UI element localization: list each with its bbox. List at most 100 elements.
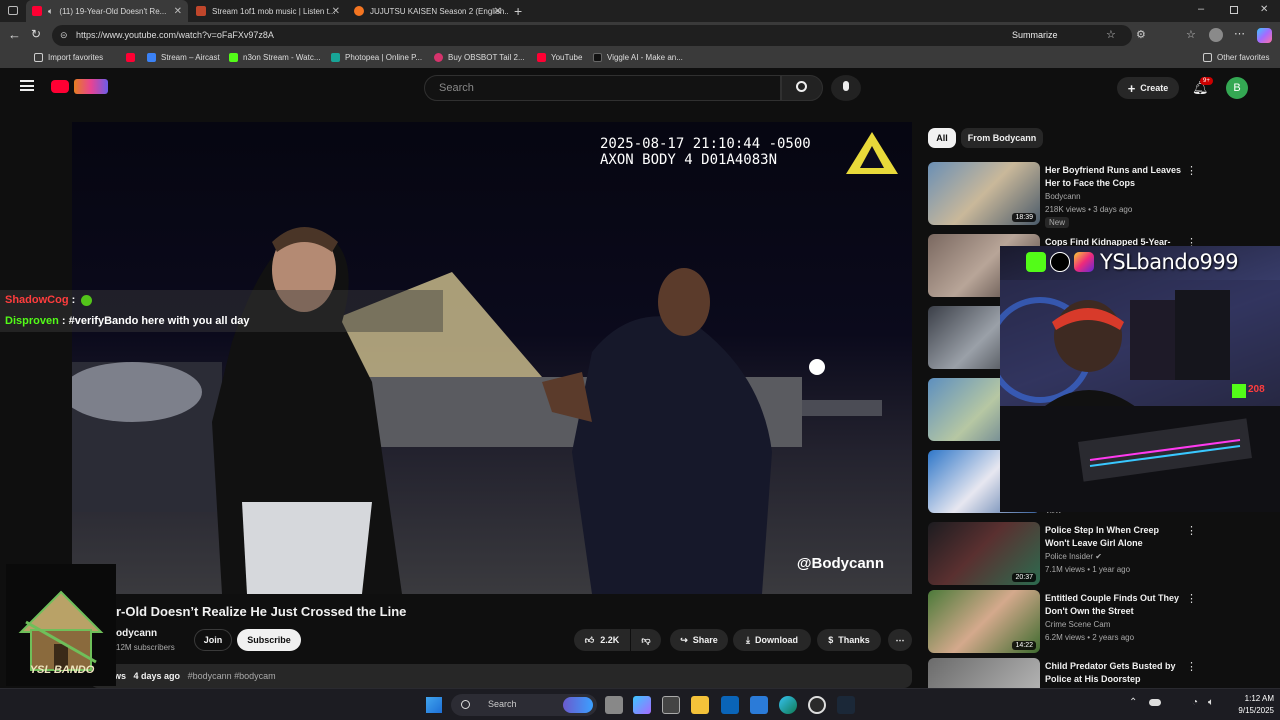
minimize-icon[interactable]: – [1198, 3, 1204, 15]
close-tab-icon[interactable]: ✕ [332, 6, 340, 17]
close-tab-icon[interactable]: ✕ [494, 6, 502, 17]
video-thumbnail[interactable]: 18:39 [928, 162, 1040, 225]
star-icon[interactable]: ☆ [1106, 28, 1116, 41]
start-icon[interactable] [426, 697, 442, 713]
video-player[interactable]: 2025-08-17 21:10:44 -0500 AXON BODY 4 D0… [72, 122, 912, 594]
new-badge: New [1045, 217, 1070, 228]
description-box[interactable]: ws 4 days ago #bodycann #bodycam [90, 664, 912, 688]
chip-from-bodycann[interactable]: From Bodycann [961, 128, 1043, 148]
copilot-app-icon[interactable] [633, 696, 651, 714]
video-thumbnail[interactable] [928, 658, 1040, 688]
rec-title: Entitled Couple Finds Out They Don't Own… [1045, 593, 1179, 616]
refresh-icon[interactable]: ↻ [31, 27, 41, 41]
chat-user: ShadowCog [5, 294, 69, 306]
create-button[interactable]: + Create [1117, 77, 1179, 99]
close-window-icon[interactable]: ✕ [1260, 4, 1268, 15]
join-button[interactable]: Join [194, 629, 232, 651]
extension-logo-icon[interactable] [74, 79, 108, 94]
steam-icon[interactable] [837, 696, 855, 714]
audio-icon[interactable]: 🔈︎ [48, 6, 53, 17]
recommended-video[interactable]: 18:39 Her Boyfriend Runs and Leaves Her … [928, 162, 1258, 228]
like-button[interactable]: 👍︎ 2.2K [574, 629, 630, 651]
extensions-icon[interactable]: ⚙︎ [1136, 28, 1146, 41]
volume-icon[interactable]: 🔈︎ [1208, 697, 1214, 708]
photos-icon[interactable] [750, 696, 768, 714]
file-explorer-icon[interactable] [691, 696, 709, 714]
close-tab-icon[interactable]: ✕ [174, 6, 182, 17]
rec-channel: Bodycann [1045, 192, 1081, 201]
bookmark-viggle[interactable]: Viggle AI - Make an... [593, 53, 683, 62]
video-scene [72, 227, 882, 594]
rec-menu-icon[interactable]: ⋮ [1186, 660, 1197, 673]
notification-badge: 9+ [1200, 77, 1213, 85]
rec-menu-icon[interactable]: ⋮ [1186, 164, 1197, 177]
taskbar-clock[interactable]: 1:12 AM 9/15/2025 [1226, 693, 1274, 717]
rec-menu-icon[interactable]: ⋮ [1186, 524, 1197, 537]
download-button[interactable]: ⤓ Download [733, 629, 811, 651]
recommended-video[interactable]: Child Predator Gets Busted by Police at … [928, 658, 1258, 688]
chip-label: From Bodycann [967, 133, 1037, 143]
maximize-icon[interactable] [1230, 6, 1238, 14]
tray-chevron-icon[interactable]: ⌃ [1129, 697, 1137, 708]
video-title: r-Old Doesn’t Realize He Just Crossed th… [116, 604, 407, 619]
recommended-video[interactable]: 20:37 Police Step In When Creep Won't Le… [928, 522, 1258, 586]
bookmark-obsbot[interactable]: Buy OBSBOT Tail 2... [434, 53, 525, 62]
desc-date: 4 days ago [133, 671, 181, 681]
bookmark-photopea[interactable]: Photopea | Online P... [331, 53, 422, 62]
search-input[interactable]: Search [424, 75, 781, 101]
store-icon[interactable] [662, 696, 680, 714]
tab-crunchyroll[interactable]: JUJUTSU KAISEN Season 2 (English... ✕ [348, 0, 508, 22]
taskbar-search[interactable]: Search [451, 694, 597, 716]
obs-icon[interactable] [808, 696, 826, 714]
browser-tab-bar: 🔈︎ (11) 19-Year-Old Doesn't Re... ✕ Stre… [0, 0, 1280, 22]
dislike-button[interactable]: 👎︎ [631, 629, 661, 651]
thanks-button[interactable]: $ Thanks [817, 629, 881, 651]
rec-menu-icon[interactable]: ⋮ [1186, 592, 1197, 605]
like-count: 2.2K [600, 635, 620, 645]
summarize-label[interactable]: Summarize [1012, 30, 1058, 40]
profile-icon[interactable] [1209, 28, 1223, 42]
taskbar-search-label: Search [488, 699, 517, 709]
kick-viewer-count: 208 [1248, 384, 1265, 395]
bookmark-youtube[interactable]: YouTube [537, 53, 582, 62]
plus-icon: + [1127, 80, 1136, 96]
other-favorites[interactable]: Other favorites [1203, 53, 1269, 62]
bookmark-import[interactable]: Import favorites [34, 53, 103, 62]
bookmark-aircast[interactable] [126, 53, 140, 62]
video-thumbnail[interactable]: 20:37 [928, 522, 1040, 585]
subscribe-button[interactable]: Subscribe [237, 629, 301, 651]
outlook-icon[interactable] [721, 696, 739, 714]
search-button[interactable] [781, 75, 823, 101]
url-field[interactable]: ⊝ https://www.youtube.com/watch?v=oFaFXv… [52, 25, 1132, 46]
avatar[interactable]: B [1226, 77, 1248, 99]
more-icon[interactable]: ⋯ [1234, 27, 1245, 40]
more-actions-button[interactable]: ⋯ [888, 629, 912, 651]
voice-search-button[interactable] [831, 75, 861, 101]
bookmark-label: Photopea | Online P... [345, 53, 423, 62]
recommended-video[interactable]: 14:22 Entitled Couple Finds Out They Don… [928, 590, 1258, 654]
favorites-icon[interactable]: ☆ [1186, 28, 1196, 41]
new-tab-icon[interactable]: + [514, 3, 522, 19]
share-button[interactable]: ↪ Share [670, 629, 728, 651]
youtube-logo-icon[interactable] [51, 80, 69, 93]
back-icon[interactable]: ← [8, 27, 21, 42]
copilot-icon[interactable] [1257, 28, 1272, 43]
window-menu-icon[interactable] [8, 6, 18, 15]
wifi-icon[interactable]: ◔ [1192, 697, 1198, 708]
tab-audiomack[interactable]: Stream 1of1 mob music | Listen t... ✕ [190, 0, 346, 22]
onedrive-icon[interactable] [1149, 699, 1161, 706]
bookmark-stream[interactable]: Stream – Aircast [147, 53, 220, 62]
thumbs-up-icon: 👍︎ [584, 634, 595, 645]
kick-badge-icon [1232, 384, 1246, 398]
bookmark-n3on[interactable]: n3on Stream - Watc... [229, 53, 321, 62]
desc-tags[interactable]: #bodycann #bodycam [188, 671, 276, 681]
channel-name[interactable]: odycann [116, 628, 157, 639]
video-thumbnail[interactable]: 14:22 [928, 590, 1040, 653]
edge-icon[interactable] [779, 696, 797, 714]
site-info-icon[interactable]: ⊝ [60, 30, 68, 41]
tab-youtube[interactable]: 🔈︎ (11) 19-Year-Old Doesn't Re... ✕ [26, 0, 188, 22]
clock-date: 9/15/2025 [1238, 706, 1274, 715]
task-view-icon[interactable] [605, 696, 623, 714]
aircast-icon [147, 53, 156, 62]
chip-all[interactable]: All [928, 128, 956, 148]
